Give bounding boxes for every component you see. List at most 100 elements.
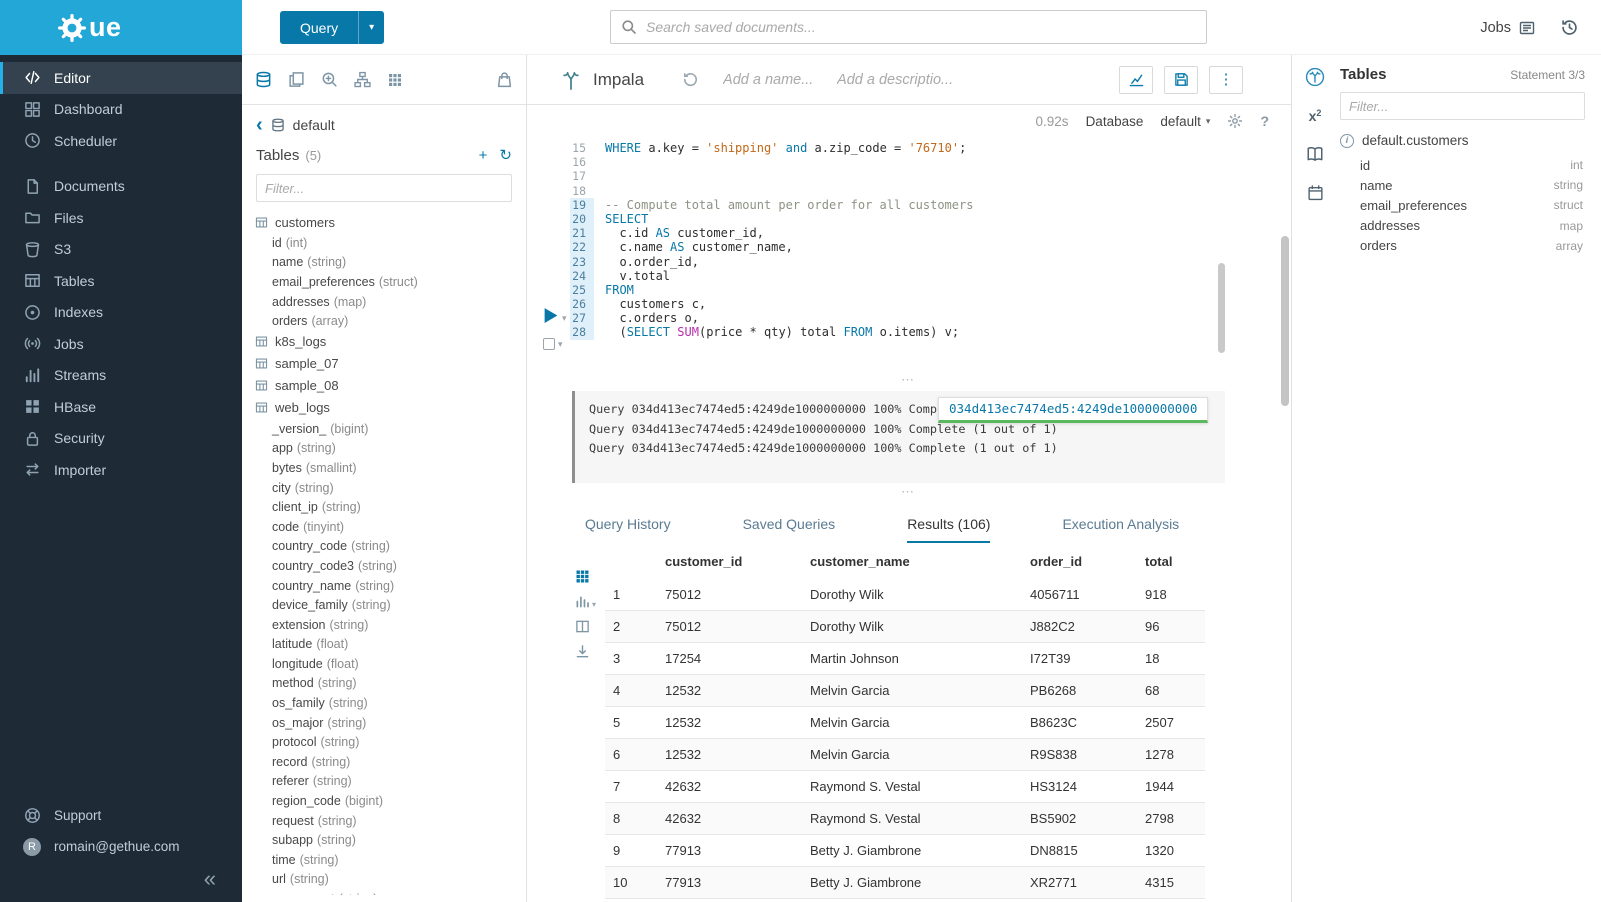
sitemap-icon[interactable] bbox=[354, 71, 371, 88]
editor-scrollbar[interactable] bbox=[1218, 263, 1225, 353]
assist-column[interactable]: addresses(map) bbox=[242, 292, 526, 312]
hue-logo[interactable]: ue bbox=[0, 0, 242, 55]
sidebar-item-support[interactable]: Support bbox=[0, 800, 242, 831]
impala-circle-icon[interactable] bbox=[1305, 67, 1325, 87]
assist-column[interactable]: country_code(string) bbox=[242, 537, 526, 557]
assist-column[interactable]: record(string) bbox=[242, 752, 526, 772]
column-header[interactable]: customer_name bbox=[802, 546, 1022, 579]
assist-column[interactable]: protocol(string) bbox=[242, 732, 526, 752]
add-table-icon[interactable]: + bbox=[479, 148, 488, 163]
help-icon[interactable]: ? bbox=[1260, 113, 1269, 129]
sidebar-item-editor[interactable]: Editor bbox=[0, 62, 242, 94]
functions-icon[interactable]: x2 bbox=[1309, 108, 1322, 124]
sql-editor[interactable]: 15WHERE a.key = 'shipping' and a.zip_cod… bbox=[527, 137, 1291, 369]
documents-assist-icon[interactable] bbox=[288, 71, 305, 88]
table-row[interactable]: 412532Melvin GarciaPB626868 bbox=[605, 675, 1205, 707]
assist-column[interactable]: os_major(string) bbox=[242, 713, 526, 733]
statement-counter[interactable]: Statement 3/3 bbox=[1510, 68, 1585, 82]
sidebar-collapse[interactable]: « bbox=[0, 862, 242, 892]
column-header[interactable]: order_id bbox=[1022, 546, 1137, 579]
search-plus-icon[interactable] bbox=[321, 71, 338, 88]
statement-menu-icon[interactable]: ▾ bbox=[543, 338, 563, 350]
assist-column[interactable]: name(string) bbox=[242, 253, 526, 273]
sidebar-item-security[interactable]: Security bbox=[0, 423, 242, 455]
chart-button[interactable] bbox=[1119, 66, 1153, 94]
assist-column[interactable]: city(string) bbox=[242, 478, 526, 498]
assist-column[interactable]: device_family(string) bbox=[242, 595, 526, 615]
assist-column[interactable]: request(string) bbox=[242, 811, 526, 831]
sidebar-item-tables[interactable]: Tables bbox=[0, 265, 242, 297]
database-name[interactable]: default bbox=[293, 117, 335, 133]
sidebar-item-hbase[interactable]: HBase bbox=[0, 391, 242, 423]
chart-view-icon[interactable]: ▾ bbox=[575, 594, 596, 609]
assist-column[interactable]: method(string) bbox=[242, 674, 526, 694]
table-row[interactable]: 512532Melvin GarciaB8623C2507 bbox=[605, 707, 1205, 739]
engine-label[interactable]: Impala bbox=[593, 70, 644, 90]
resize-handle[interactable]: ⋯ bbox=[527, 483, 1291, 501]
assist-column[interactable]: latitude(float) bbox=[242, 635, 526, 655]
assist-column[interactable]: _version_(bigint) bbox=[242, 419, 526, 439]
assist-table[interactable]: customers bbox=[242, 211, 526, 233]
back-chevron-icon[interactable]: ‹ bbox=[256, 115, 263, 135]
assist-column[interactable]: os_family(string) bbox=[242, 693, 526, 713]
assist-table[interactable]: k8s_logs bbox=[242, 331, 526, 353]
apps-grid-icon[interactable] bbox=[387, 72, 403, 88]
right-column-row[interactable]: idint bbox=[1340, 155, 1585, 175]
more-options-button[interactable]: ⋮ bbox=[1209, 66, 1243, 94]
language-docs-icon[interactable] bbox=[1306, 145, 1324, 163]
tab-saved-queries[interactable]: Saved Queries bbox=[743, 516, 836, 543]
table-row[interactable]: 317254Martin JohnsonI72T3918 bbox=[605, 643, 1205, 675]
sidebar-item-scheduler[interactable]: Scheduler bbox=[0, 125, 242, 157]
sidebar-item-s3[interactable]: S3 bbox=[0, 234, 242, 266]
right-column-row[interactable]: addressesmap bbox=[1340, 216, 1585, 236]
active-table-row[interactable]: i default.customers bbox=[1340, 133, 1585, 148]
assist-column[interactable]: bytes(smallint) bbox=[242, 458, 526, 478]
assist-column[interactable]: email_preferences(struct) bbox=[242, 272, 526, 292]
table-row[interactable]: 175012Dorothy Wilk4056711918 bbox=[605, 579, 1205, 611]
search-input[interactable] bbox=[646, 19, 1196, 35]
execute-button[interactable]: ▾ bbox=[543, 307, 567, 324]
refresh-icon[interactable]: ↻ bbox=[499, 148, 512, 163]
tab-query-history[interactable]: Query History bbox=[585, 516, 671, 543]
table-row[interactable]: 842632Raymond S. VestalBS59022798 bbox=[605, 803, 1205, 835]
assist-column[interactable]: time(string) bbox=[242, 850, 526, 870]
right-column-row[interactable]: email_preferencesstruct bbox=[1340, 195, 1585, 215]
save-button[interactable] bbox=[1164, 66, 1198, 94]
sidebar-item-streams[interactable]: Streams bbox=[0, 360, 242, 392]
right-column-row[interactable]: ordersarray bbox=[1340, 236, 1585, 256]
columns-view-icon[interactable] bbox=[575, 619, 590, 634]
calendar-icon[interactable] bbox=[1307, 184, 1324, 201]
table-row[interactable]: 612532Melvin GarciaR9S8381278 bbox=[605, 739, 1205, 771]
new-query-button[interactable]: Query ▾ bbox=[280, 11, 384, 44]
right-filter-input[interactable] bbox=[1340, 92, 1585, 120]
assist-table[interactable]: web_logs bbox=[242, 397, 526, 419]
column-header[interactable]: customer_id bbox=[657, 546, 802, 579]
data-source-icon[interactable] bbox=[255, 71, 272, 88]
assist-column[interactable]: user_agent(string) bbox=[242, 889, 526, 895]
assist-column[interactable]: url(string) bbox=[242, 870, 526, 890]
assist-column[interactable]: referer(string) bbox=[242, 772, 526, 792]
sidebar-item-indexes[interactable]: Indexes bbox=[0, 297, 242, 329]
sidebar-item-dashboard[interactable]: Dashboard bbox=[0, 94, 242, 126]
table-row[interactable]: 1077913Betty J. GiambroneXR27714315 bbox=[605, 867, 1205, 899]
info-icon[interactable]: i bbox=[1340, 134, 1354, 148]
download-icon[interactable] bbox=[575, 644, 590, 659]
sidebar-item-documents[interactable]: Documents bbox=[0, 171, 242, 203]
resize-handle[interactable]: ⋯ bbox=[527, 369, 1291, 391]
database-select[interactable]: default ▾ bbox=[1160, 114, 1210, 129]
assist-table[interactable]: sample_07 bbox=[242, 353, 526, 375]
job-id-tooltip[interactable]: 034d413ec7474ed5:4249de1000000000 bbox=[938, 397, 1208, 423]
assist-column[interactable]: longitude(float) bbox=[242, 654, 526, 674]
assist-column[interactable]: app(string) bbox=[242, 439, 526, 459]
sidebar-item-importer[interactable]: Importer bbox=[0, 454, 242, 486]
tab-results[interactable]: Results (106) bbox=[907, 516, 990, 543]
right-column-row[interactable]: namestring bbox=[1340, 175, 1585, 195]
column-header[interactable]: total bbox=[1137, 546, 1205, 579]
assist-column[interactable]: id(int) bbox=[242, 233, 526, 253]
table-row[interactable]: 977913Betty J. GiambroneDN88151320 bbox=[605, 835, 1205, 867]
assist-column[interactable]: country_code3(string) bbox=[242, 556, 526, 576]
settings-gear-icon[interactable] bbox=[1227, 113, 1243, 129]
table-row[interactable]: 275012Dorothy WilkJ882C296 bbox=[605, 611, 1205, 643]
jobs-link[interactable]: Jobs bbox=[1480, 20, 1536, 36]
sidebar-item-files[interactable]: Files bbox=[0, 202, 242, 234]
